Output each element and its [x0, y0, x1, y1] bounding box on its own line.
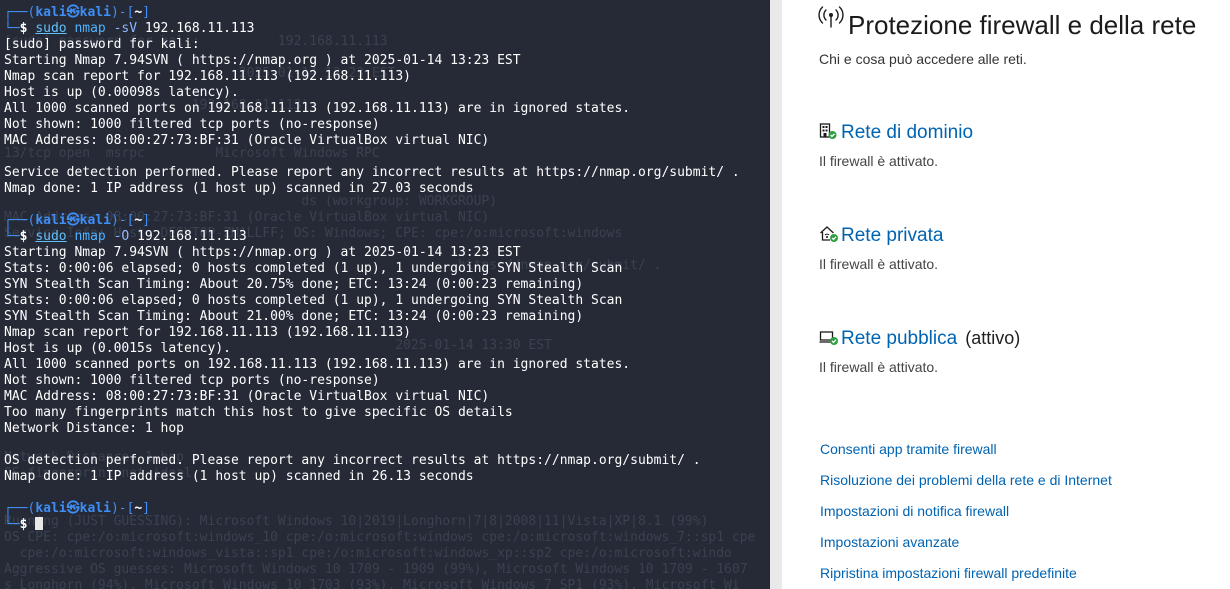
output-line: Network Distance: 1 hop: [4, 421, 185, 436]
command-program: nmap: [74, 229, 106, 244]
public-network-link[interactable]: Rete pubblica: [841, 328, 957, 349]
output-line: Too many fingerprints match this host to…: [4, 405, 513, 420]
prompt-line: ┌──(kali㉿kali)-[~]: [4, 5, 740, 21]
prompt-frame: )-[: [110, 213, 135, 228]
prompt-frame: ]: [142, 501, 151, 516]
command-space: [106, 229, 114, 244]
allow-app-link[interactable]: Consenti app tramite firewall: [820, 441, 1112, 472]
output-line: Starting Nmap 7.94SVN ( https://nmap.org…: [4, 53, 521, 68]
output-line: SYN Stealth Scan Timing: About 20.75% do…: [4, 277, 584, 292]
prompt-user-host: kali㉿kali: [35, 5, 111, 20]
output-line: Nmap done: 1 IP address (1 host up) scan…: [4, 469, 474, 484]
terminal-output: ┌──(kali㉿kali)-[~] └─$ sudo nmap -sV 192.…: [4, 5, 740, 533]
prompt-frame: └─: [4, 21, 20, 36]
restore-defaults-link[interactable]: Ripristina impostazioni firewall predefi…: [820, 565, 1112, 589]
command-line: └─$: [4, 517, 740, 533]
output-line: MAC Address: 08:00:27:73:BF:31 (Oracle V…: [4, 389, 490, 404]
command-flag: -sV: [113, 21, 138, 36]
prompt-frame: )-[: [110, 501, 135, 516]
command-target: 192.168.11.113: [129, 229, 247, 244]
prompt-symbol: $: [19, 21, 36, 36]
output-line: MAC Address: 08:00:27:73:BF:31 (Oracle V…: [4, 133, 490, 148]
firewall-panel: Protezione firewall e della rete Chi e c…: [782, 0, 1230, 589]
command-sudo: sudo: [35, 229, 67, 244]
command-line: └─$ sudo nmap -sV 192.168.11.113: [4, 21, 740, 37]
command-sudo: sudo: [35, 21, 67, 36]
page-title: Protezione firewall e della rete: [848, 10, 1197, 40]
output-line: Stats: 0:00:06 elapsed; 0 hosts complete…: [4, 261, 623, 276]
output-line: [sudo] password for kali:: [4, 37, 200, 52]
output-line: Nmap done: 1 IP address (1 host up) scan…: [4, 181, 474, 196]
prompt-frame: ]: [142, 213, 151, 228]
output-line: Service detection performed. Please repo…: [4, 165, 740, 180]
prompt-user-host: kali㉿kali: [35, 213, 111, 228]
network-public: Rete pubblica (attivo) Il firewall è atti…: [819, 328, 1020, 375]
notification-settings-link[interactable]: Impostazioni di notifica firewall: [820, 503, 1112, 534]
prompt-symbol: $: [19, 229, 36, 244]
prompt-frame: └─: [4, 229, 20, 244]
output-line: SYN Stealth Scan Timing: About 21.00% do…: [4, 309, 584, 324]
domain-network-link[interactable]: Rete di dominio: [841, 122, 973, 143]
output-line: Not shown: 1000 filtered tcp ports (no-r…: [4, 117, 380, 132]
output-line: OS detection performed. Please report an…: [4, 453, 701, 468]
command-space: [106, 21, 114, 36]
prompt-symbol: $: [19, 517, 36, 532]
command-line: └─$ sudo nmap -O 192.168.11.113: [4, 229, 740, 245]
network-private: Rete privata Il firewall è attivato.: [819, 225, 943, 272]
prompt-frame: )-[: [110, 5, 135, 20]
network-domain: Rete di dominio Il firewall è attivato.: [819, 122, 973, 169]
private-network-status: Il firewall è attivato.: [819, 256, 939, 272]
command-flag: -O: [113, 229, 130, 244]
domain-network-icon: [819, 122, 841, 145]
prompt-frame: ┌──(: [4, 5, 36, 20]
prompt-line: ┌──(kali㉿kali)-[~]: [4, 213, 740, 229]
page-header: Protezione firewall e della rete: [818, 4, 1196, 41]
command-target: 192.168.11.113: [137, 21, 255, 36]
terminal-window[interactable]: [sudo] password for kali: 192.168.11.113…: [0, 0, 770, 589]
prompt-line: ┌──(kali㉿kali)-[~]: [4, 501, 740, 517]
output-line: Nmap scan report for 192.168.11.113 (192…: [4, 69, 411, 84]
public-network-icon: [819, 328, 841, 351]
advanced-settings-link[interactable]: Impostazioni avanzate: [820, 534, 1112, 565]
command-program: nmap: [74, 21, 106, 36]
output-line: All 1000 scanned ports on 192.168.11.113…: [4, 357, 631, 372]
output-line: All 1000 scanned ports on 192.168.11.113…: [4, 101, 631, 116]
output-line: Stats: 0:00:06 elapsed; 0 hosts complete…: [4, 293, 623, 308]
antenna-icon: [818, 4, 848, 33]
output-line: Starting Nmap 7.94SVN ( https://nmap.org…: [4, 245, 521, 260]
prompt-frame: ┌──(: [4, 501, 36, 516]
private-network-icon: [819, 225, 841, 248]
related-links: Consenti app tramite firewall Risoluzion…: [820, 441, 1112, 589]
prompt-frame: ]: [142, 5, 151, 20]
domain-network-status: Il firewall è attivato.: [819, 153, 939, 169]
public-network-status: Il firewall è attivato.: [819, 359, 939, 375]
output-line: Host is up (0.0015s latency).: [4, 341, 231, 356]
prompt-user-host: kali㉿kali: [35, 501, 111, 516]
output-line: Nmap scan report for 192.168.11.113 (192…: [4, 325, 411, 340]
prompt-frame: └─: [4, 517, 20, 532]
output-line: Not shown: 1000 filtered tcp ports (no-r…: [4, 373, 380, 388]
page-subtitle: Chi e cosa può accedere alle reti.: [819, 51, 1027, 67]
active-badge: (attivo): [965, 328, 1021, 348]
troubleshoot-link[interactable]: Risoluzione dei problemi della rete e di…: [820, 472, 1112, 503]
terminal-cursor: [35, 517, 44, 530]
prompt-frame: ┌──(: [4, 213, 36, 228]
private-network-link[interactable]: Rete privata: [841, 225, 943, 246]
window-divider: [770, 0, 782, 589]
output-line: Host is up (0.00098s latency).: [4, 85, 239, 100]
